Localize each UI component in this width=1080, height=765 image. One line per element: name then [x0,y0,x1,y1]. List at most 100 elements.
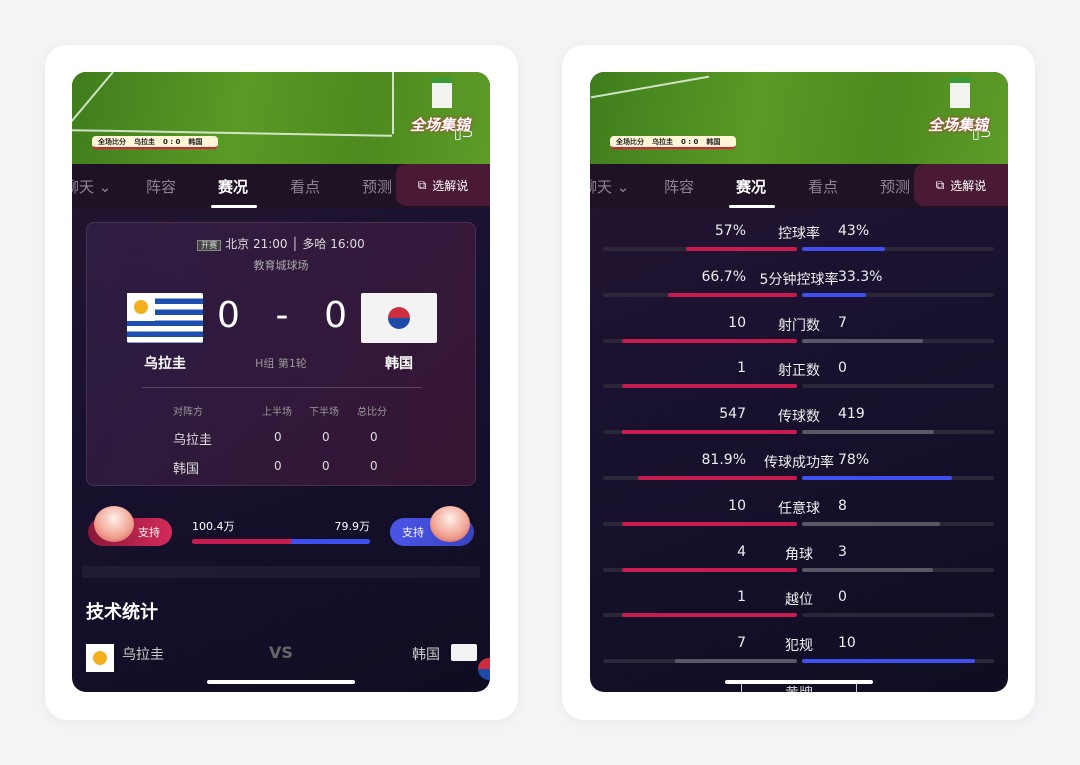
stat-label: 越位 [785,592,813,609]
stat-home-track [603,476,797,480]
stat-away-value: 33.3% [838,268,883,285]
round-info: H组 第1轮 [255,357,307,370]
tab-prediction[interactable]: 预测 [362,176,392,197]
stat-away-bar [802,338,923,343]
tab-prediction[interactable]: 预测 [880,176,910,197]
stat-home-bar [622,613,797,618]
match-screen-overview: 全场比分乌拉圭0 : 0韩国 全场集锦 ▯⊃ 聊天 ⌄ 阵容 赛况 看点 预测 … [72,72,490,692]
stat-row: 1 越位 0 [590,589,1008,635]
stat-away-value: 10 [838,635,856,652]
stat-row: 547 传球数 419 [590,406,1008,452]
stat-away-bar [802,476,952,480]
rotate-screen-icon[interactable]: ▯⊃ [972,126,994,144]
stat-home-bar [638,476,797,480]
tab-match-status[interactable]: 赛况 [736,176,766,197]
stat-home-track [603,659,797,664]
stat-away-track [802,521,994,526]
stat-away-value: 8 [838,497,847,514]
rotate-screen-icon[interactable]: ▯⊃ [454,126,476,144]
stat-away-track [802,292,994,297]
commentary-switch-icon: ⧉ [935,177,945,192]
home-indicator[interactable] [207,680,355,684]
vs-label: VS [269,643,293,662]
stat-home-track [603,430,797,435]
stat-away-track [802,567,994,572]
away-team-label: 韩国 [412,647,440,663]
stat-home-bar [622,338,797,343]
stat-away-track [802,430,994,435]
divider [142,387,422,388]
stat-away-value: 43% [838,223,870,239]
stat-home-track [603,613,797,618]
home-support-fill [192,539,292,544]
stat-row: 7 犯规 10 [590,635,1008,681]
stat-away-track [802,384,994,389]
tab-chat[interactable]: 聊天 ⌄ [72,176,111,197]
stat-home-track [603,567,797,572]
stat-away-track [802,613,994,618]
stat-home-bar [667,292,797,297]
stat-away-value: 419 [838,406,865,423]
stat-row: 10 射门数 7 [590,315,1008,361]
stat-label: 传球成功率 [764,455,834,471]
stat-label: 犯规 [785,638,813,655]
uruguay-flag-small [86,644,114,672]
stat-away-bar [802,521,941,526]
tab-highlights[interactable]: 看点 [290,176,320,197]
stat-away-value: 0 [838,360,847,377]
stat-home-bar [622,567,797,572]
stat-away-bar [802,292,866,297]
stat-away-bar [802,659,975,664]
tab-lineup[interactable]: 阵容 [664,176,694,197]
tab-indicator [211,205,257,208]
stat-away-track [802,476,994,480]
match-time: 开赛 北京 21:00 │ 多哈 16:00 [87,235,475,252]
choose-commentary-button[interactable]: ⧉ 选解说 [396,164,490,206]
venue: 教育城球场 [253,259,309,272]
tab-chat[interactable]: 聊天 ⌄ [590,176,629,197]
stat-home-bar [622,521,797,526]
video-player[interactable]: 全场比分 乌拉圭 0 : 0 韩国 全场集锦 ▯⊃ [72,72,490,164]
scorebug: 全场比分 乌拉圭 0 : 0 韩国 [610,136,736,149]
tab-highlights[interactable]: 看点 [808,176,838,197]
stat-away-value: 3 [838,543,847,560]
stat-home-track [603,384,797,389]
stat-away-value: 78% [838,452,870,468]
status-badge: 开赛 [197,240,222,251]
video-player[interactable]: 全场比分 乌拉圭 0 : 0 韩国 全场集锦 ▯⊃ [590,72,1008,164]
chevron-down-icon: ⌄ [98,178,112,196]
support-away-button[interactable]: 支持 [390,506,474,546]
choose-commentary-button[interactable]: ⧉ 选解说 [914,164,1008,206]
support-home-button[interactable]: 支持 [88,506,172,546]
support-ratio-bar [192,539,370,544]
stat-row: 4 角球 3 [590,544,1008,590]
tab-lineup[interactable]: 阵容 [146,176,176,197]
stat-label: 传球数 [778,409,820,426]
stat-row: 10 任意球 8 [590,498,1008,544]
stat-label: 角球 [785,546,813,563]
stat-away-track [802,338,994,343]
stat-label: 射正数 [778,363,820,380]
stat-label: 射门数 [778,317,820,334]
stat-away-track [802,247,994,251]
korea-flag [361,293,437,343]
stat-row: 81.9% 传球成功率 78% [590,452,1008,498]
stat-home-bar [622,430,797,435]
home-votes: 100.4万 [192,520,235,533]
tab-bar: 聊天 ⌄ 阵容 赛况 看点 预测 ⧉选解说 [72,164,490,208]
stat-away-bar [802,567,933,572]
stat-home-bar [674,659,797,664]
match-card: 开赛 北京 21:00 │ 多哈 16:00 教育城球场 乌拉圭 韩国 0-0 H… [86,222,476,486]
uruguay-flag [127,293,203,343]
tab-match-status[interactable]: 赛况 [218,176,248,197]
stat-home-bar [622,384,797,389]
stat-away-bar [802,430,935,435]
commentary-switch-icon: ⧉ [417,177,427,192]
score: 0-0 [217,295,347,336]
tab-bar: 聊天 ⌄ 阵容 赛况 看点 预测 ⧉选解说 [590,164,1008,208]
stat-away-track [802,659,994,664]
drum-icon [430,506,470,542]
home-indicator[interactable] [725,680,873,684]
stat-label: 任意球 [778,500,820,517]
stat-home-bar [686,247,797,251]
